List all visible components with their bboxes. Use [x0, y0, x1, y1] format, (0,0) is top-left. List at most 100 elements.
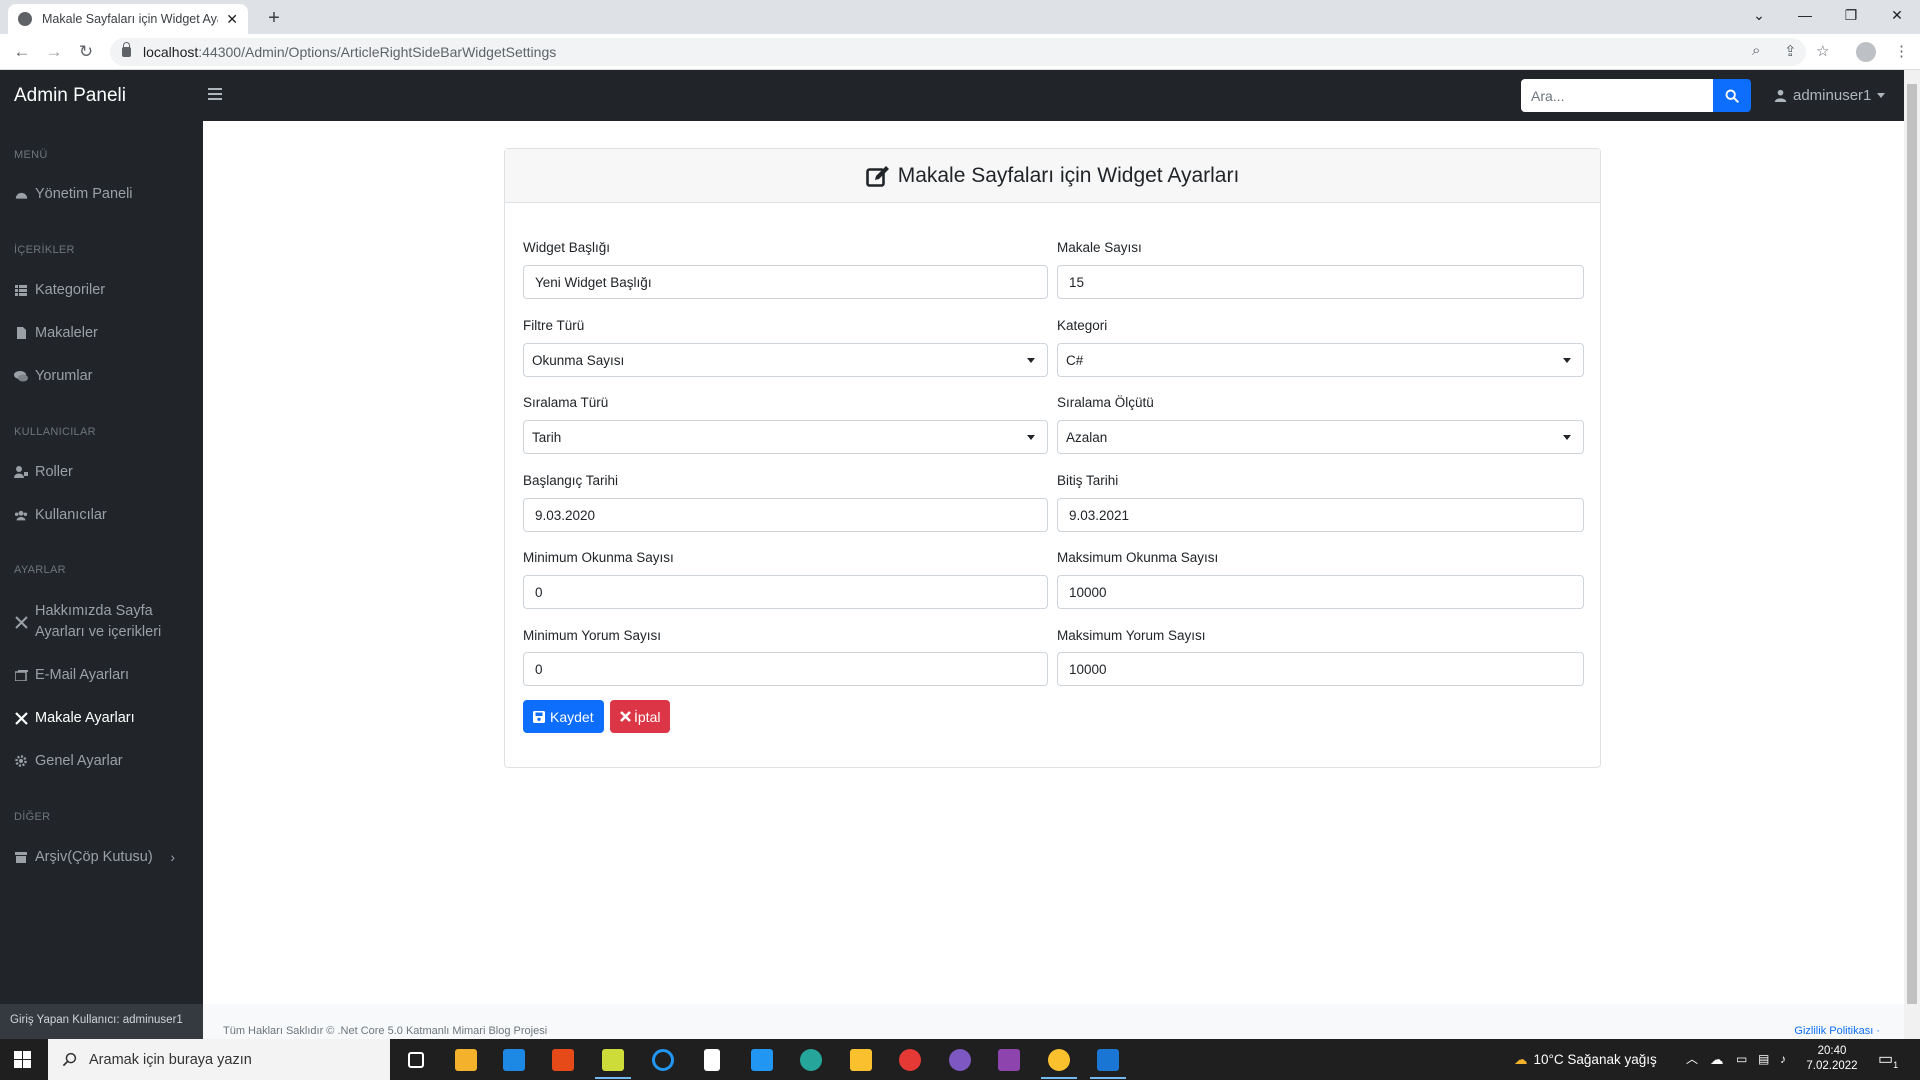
file-icon[interactable]: [697, 1045, 727, 1075]
photos-icon[interactable]: [1093, 1045, 1123, 1075]
taskbar-clock[interactable]: 20:40 7.02.2022: [1806, 1044, 1858, 1074]
article-count-label: Makale Sayısı: [1057, 240, 1142, 255]
widget-title-input[interactable]: Yeni Widget Başlığı: [523, 265, 1048, 299]
privacy-link[interactable]: Gizlilik Politikası ·: [1794, 1025, 1880, 1037]
chevron-right-icon: ›: [170, 849, 175, 865]
end-date-input[interactable]: 9.03.2021: [1057, 498, 1584, 532]
mail-bulk-icon: [14, 669, 28, 681]
minimize-button[interactable]: —: [1782, 0, 1828, 30]
max-view-input[interactable]: 10000: [1057, 575, 1584, 609]
github-icon[interactable]: [945, 1045, 975, 1075]
scrollbar-thumb[interactable]: [1907, 84, 1917, 1004]
category-select[interactable]: C#: [1057, 343, 1584, 377]
battery-icon[interactable]: ▭: [1736, 1039, 1747, 1080]
onedrive-icon[interactable]: ☁: [1710, 1039, 1724, 1080]
sticky-app-icon[interactable]: [598, 1045, 628, 1075]
order-type-select[interactable]: Tarih: [523, 420, 1048, 454]
min-view-input[interactable]: 0: [523, 575, 1048, 609]
sidebar-item-dashboard[interactable]: Yönetim Paneli: [14, 186, 194, 202]
user-dropdown[interactable]: adminuser1: [1774, 70, 1886, 121]
sidebar-heading-menu: MENÜ: [14, 149, 48, 161]
mail-icon[interactable]: [499, 1045, 529, 1075]
dashboard-icon: [14, 188, 28, 200]
search-icon: [62, 1052, 77, 1067]
card-title: Makale Sayfaları için Widget Ayarları: [897, 163, 1240, 187]
office-icon[interactable]: [548, 1045, 578, 1075]
bookmark-star-icon[interactable]: ☆: [1816, 42, 1829, 60]
edge-icon[interactable]: [796, 1045, 826, 1075]
search-button[interactable]: [1713, 79, 1751, 112]
back-icon[interactable]: ←: [10, 40, 34, 64]
file-explorer-icon[interactable]: [846, 1045, 876, 1075]
maximize-button[interactable]: ❐: [1828, 0, 1874, 30]
vscode-icon[interactable]: [747, 1045, 777, 1075]
file-icon: [14, 327, 28, 339]
order-criteria-select[interactable]: Azalan: [1057, 420, 1584, 454]
sidebar-heading-other: DİĞER: [14, 811, 51, 823]
copyright-text: Tüm Hakları Saklıdır © .Net Core 5.0 Kat…: [223, 1025, 548, 1037]
sidebar-item-email[interactable]: E-Mail Ayarları: [14, 667, 194, 683]
search-input[interactable]: [1521, 79, 1713, 112]
volume-icon[interactable]: ♪: [1780, 1039, 1786, 1080]
windows-start-icon[interactable]: [14, 1051, 31, 1068]
visual-studio-icon[interactable]: [994, 1045, 1024, 1075]
sidebar-item-archive[interactable]: Arşiv(Çöp Kutusu) ›: [14, 849, 189, 865]
sidebar-item-label: Makaleler: [35, 325, 98, 341]
page-scrollbar[interactable]: [1904, 70, 1920, 1039]
cancel-button[interactable]: İptal: [610, 700, 671, 733]
save-button[interactable]: Kaydet: [523, 700, 604, 733]
network-icon[interactable]: ▤: [1758, 1039, 1769, 1080]
close-window-button[interactable]: ✕: [1874, 0, 1920, 30]
min-comment-input[interactable]: 0: [523, 652, 1048, 686]
user-tag-icon: [14, 466, 28, 478]
article-count-input[interactable]: 15: [1057, 265, 1584, 299]
weather-widget[interactable]: ☁ 10°C Sağanak yağış: [1514, 1039, 1657, 1080]
notification-count: 1: [1893, 1060, 1899, 1071]
taskbar-search-field[interactable]: Aramak için buraya yazın: [48, 1039, 390, 1080]
max-comment-input[interactable]: 10000: [1057, 652, 1584, 686]
sidebar-item-general[interactable]: Genel Ayarlar: [14, 753, 194, 769]
sidebar-item-roles[interactable]: Roller: [14, 464, 194, 480]
browser-tab[interactable]: Makale Sayfaları için Widget Ayar ✕: [8, 4, 248, 34]
sidebar-item-article-settings[interactable]: Makale Ayarları: [14, 710, 194, 726]
sidebar-item-label: Hakkımızda Sayfa Ayarları ve içerikleri: [35, 601, 161, 643]
filter-type-select[interactable]: Okunma Sayısı: [523, 343, 1048, 377]
sidebar-item-label: Yorumlar: [35, 368, 93, 384]
sidebar-heading-contents: İÇERİKLER: [14, 244, 75, 256]
tab-search-icon[interactable]: ⌄: [1736, 0, 1782, 30]
forward-icon[interactable]: →: [42, 40, 66, 64]
share-icon[interactable]: ⇪: [1784, 42, 1797, 60]
store-icon[interactable]: [451, 1045, 481, 1075]
sidebar: MENÜ Yönetim Paneli İÇERİKLER Kategorile…: [0, 121, 203, 1039]
profile-icon[interactable]: [1856, 42, 1876, 62]
close-tab-icon[interactable]: ✕: [226, 11, 238, 28]
weather-text: 10°C Sağanak yağış: [1533, 1052, 1657, 1067]
min-view-label: Minimum Okunma Sayısı: [523, 550, 674, 565]
chrome-icon[interactable]: [895, 1045, 925, 1075]
task-view-icon[interactable]: [401, 1045, 431, 1075]
search-icon: [1725, 89, 1739, 103]
brand-title[interactable]: Admin Paneli: [14, 70, 126, 121]
sidebar-item-about[interactable]: Hakkımızda Sayfa Ayarları ve içerikleri: [14, 601, 194, 643]
browser-menu-icon[interactable]: ⋮: [1894, 42, 1909, 60]
archive-icon: [14, 851, 28, 863]
new-tab-button[interactable]: +: [260, 4, 288, 32]
sidebar-item-label: Arşiv(Çöp Kutusu): [35, 849, 153, 865]
start-date-input[interactable]: 9.03.2020: [523, 498, 1048, 532]
url-field[interactable]: localhost:44300/Admin/Options/ArticleRig…: [110, 38, 1806, 66]
sidebar-toggle-icon[interactable]: [208, 88, 222, 100]
sidebar-item-users[interactable]: Kullanıcılar: [14, 507, 194, 523]
chrome-active-icon[interactable]: [1044, 1045, 1074, 1075]
zoom-icon[interactable]: ⌕: [1752, 42, 1760, 59]
sidebar-item-categories[interactable]: Kategoriler: [14, 282, 194, 298]
sidebar-item-comments[interactable]: Yorumlar: [14, 368, 194, 384]
sidebar-item-articles[interactable]: Makaleler: [14, 325, 194, 341]
notification-icon[interactable]: ▭1: [1878, 1039, 1898, 1080]
taskbar-search-placeholder: Aramak için buraya yazın: [89, 1051, 252, 1068]
card-header: Makale Sayfaları için Widget Ayarları: [505, 149, 1600, 203]
max-view-label: Maksimum Okunma Sayısı: [1057, 550, 1219, 565]
ccleaner-icon[interactable]: [648, 1045, 678, 1075]
tray-expand-icon[interactable]: ︿: [1686, 1039, 1698, 1080]
clock-date: 7.02.2022: [1806, 1060, 1858, 1072]
reload-icon[interactable]: ↻: [74, 40, 98, 64]
